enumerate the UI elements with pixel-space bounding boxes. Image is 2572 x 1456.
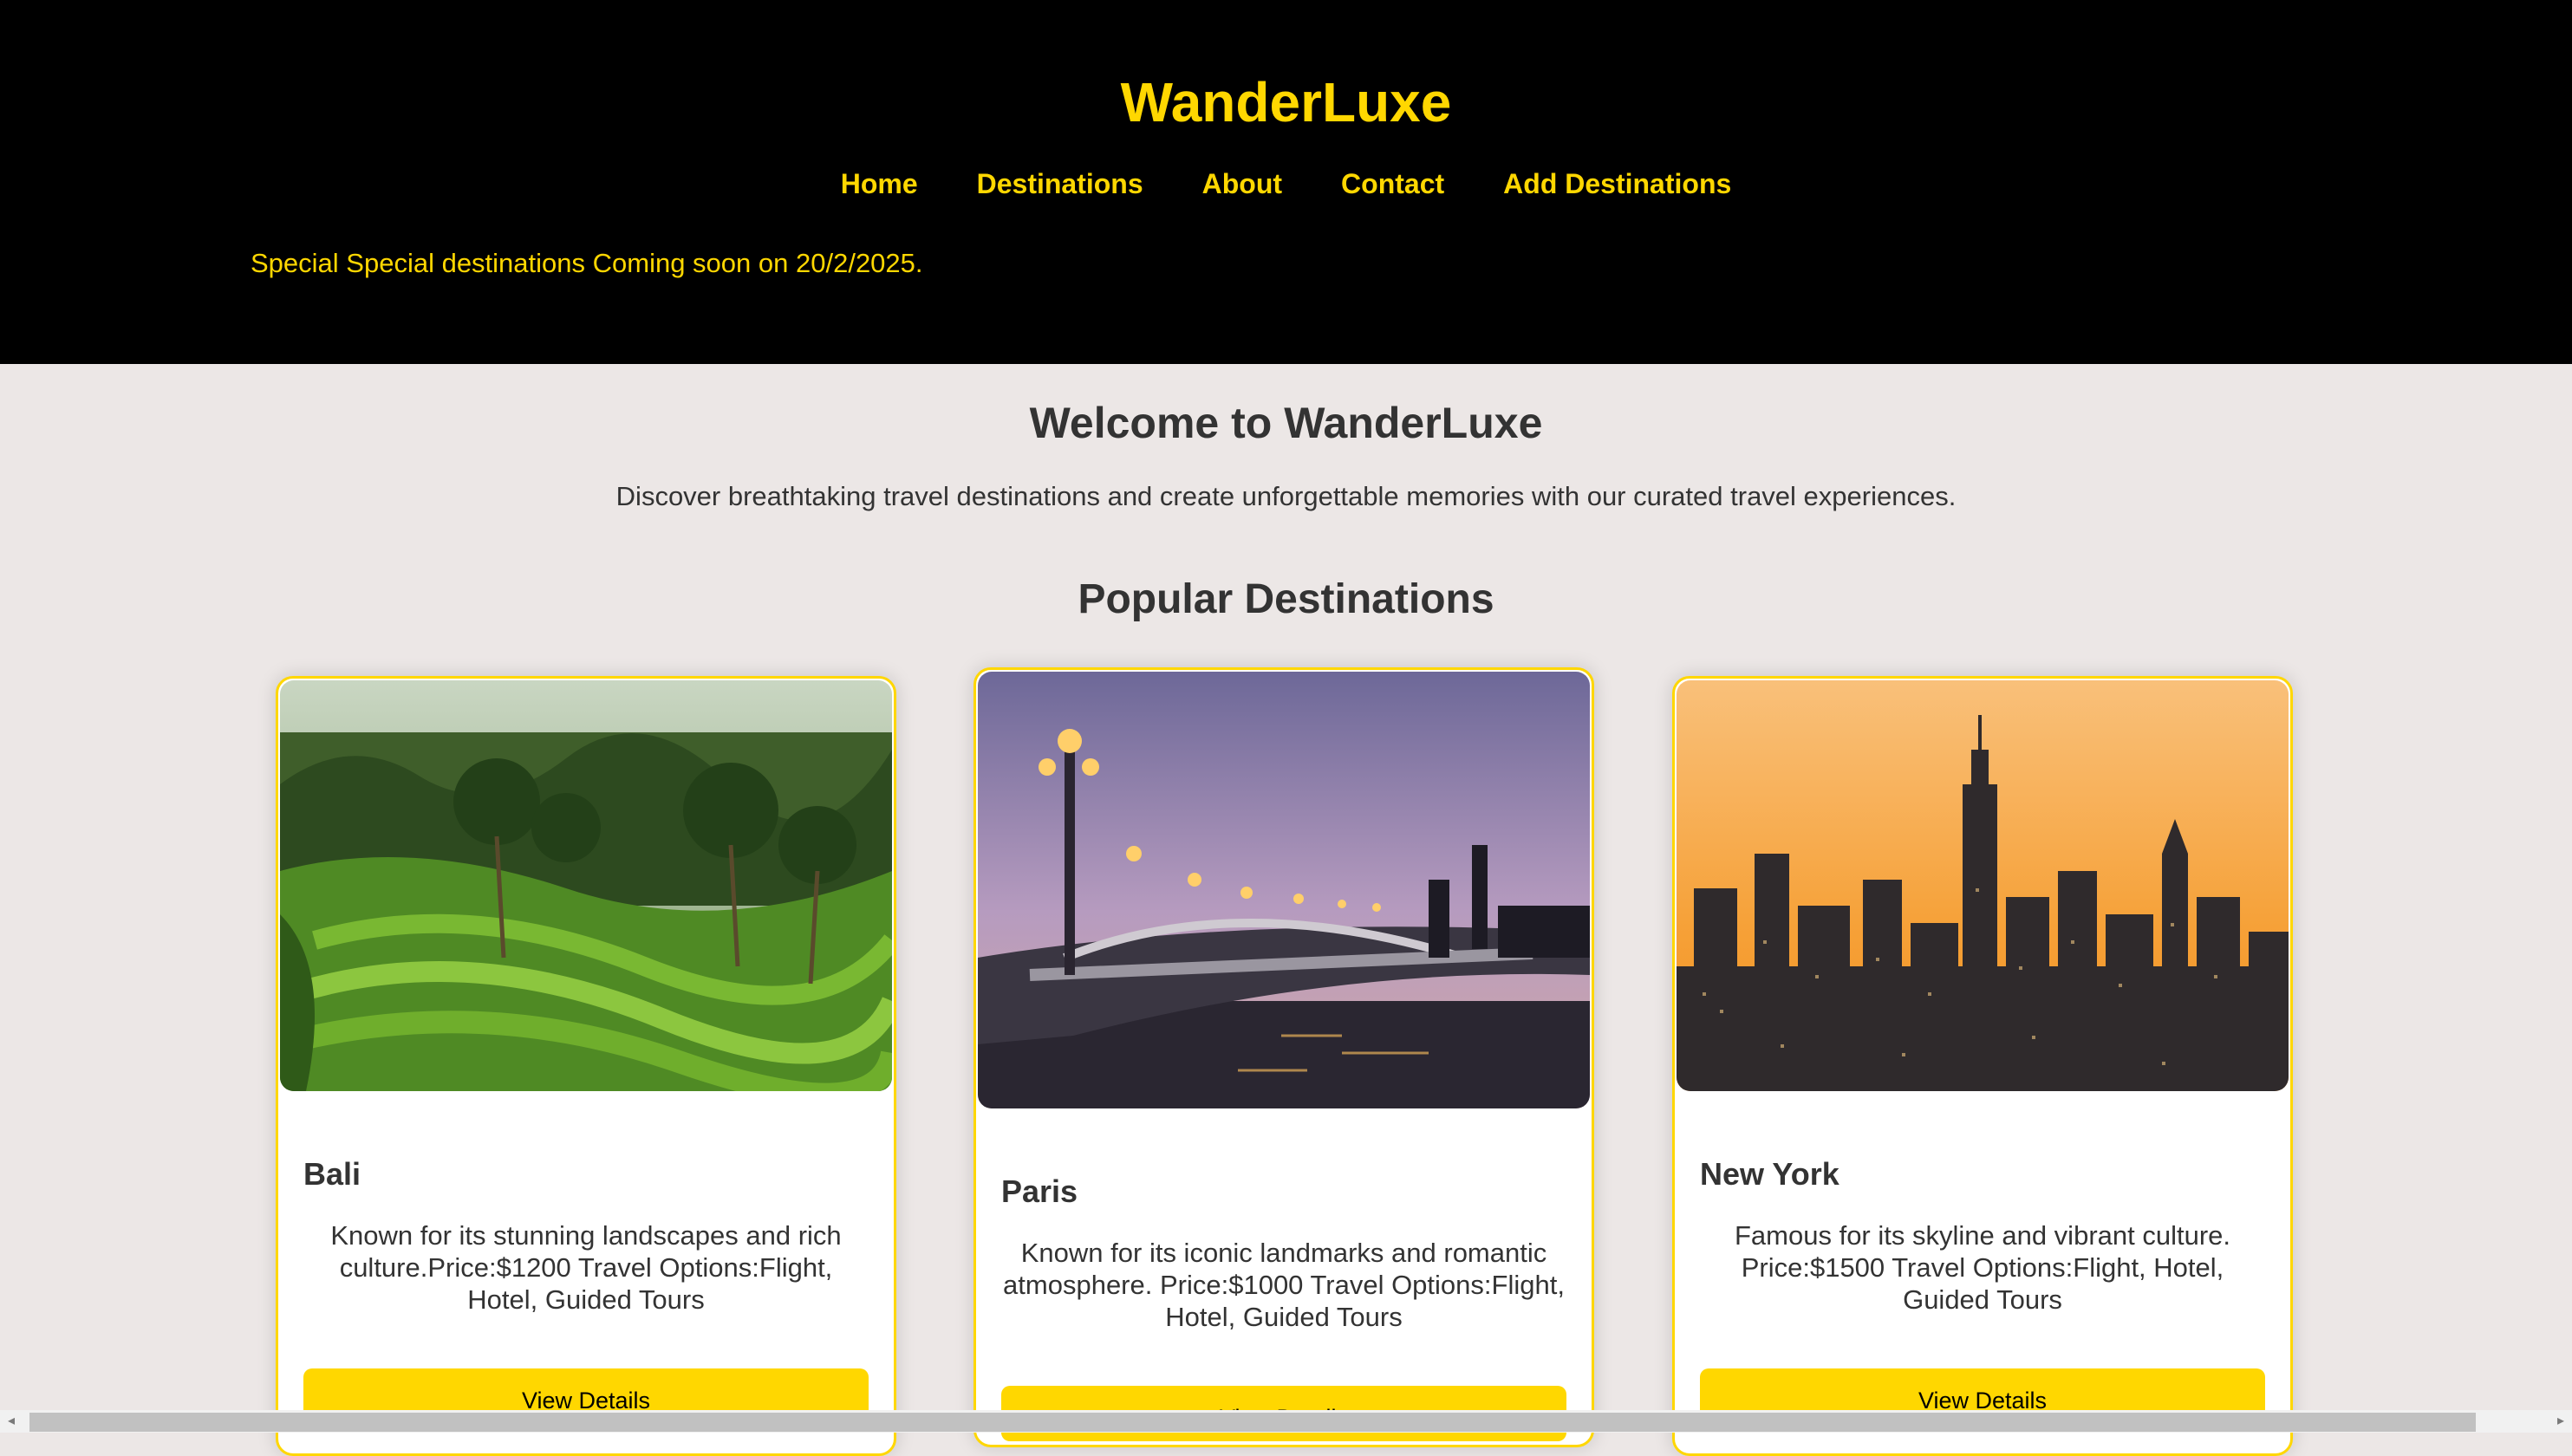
card-description: Known for its iconic landmarks and roman… bbox=[1003, 1238, 1565, 1332]
scrollbar-thumb[interactable] bbox=[29, 1413, 2476, 1432]
hero-title: Welcome to WanderLuxe bbox=[1029, 399, 1543, 447]
card-description: Famous for its skyline and vibrant cultu… bbox=[1734, 1220, 2231, 1315]
site-header: WanderLuxe Home Destinations About Conta… bbox=[0, 0, 2572, 364]
new-york-image bbox=[1677, 680, 2289, 1091]
scroll-left-icon[interactable]: ◂ bbox=[0, 1410, 23, 1433]
announcement-marquee: Special Special destinations Coming soon… bbox=[251, 248, 923, 278]
destination-card-bali: Bali Known for its stunning landscapes a… bbox=[276, 676, 896, 1456]
paris-image bbox=[978, 672, 1590, 1108]
card-title: New York bbox=[1700, 1156, 1839, 1192]
horizontal-scrollbar[interactable]: ◂ ▸ bbox=[0, 1410, 2572, 1433]
card-title: Paris bbox=[1001, 1173, 1078, 1209]
main-nav: Home Destinations About Contact Add Dest… bbox=[0, 166, 2572, 201]
hero-subtitle: Discover breathtaking travel destination… bbox=[615, 481, 1957, 511]
card-title: Bali bbox=[303, 1156, 361, 1192]
bali-image bbox=[280, 680, 892, 1091]
nav-add-destinations[interactable]: Add Destinations bbox=[1503, 166, 1731, 201]
destination-card-new-york: New York Famous for its skyline and vibr… bbox=[1672, 676, 2293, 1456]
nav-home[interactable]: Home bbox=[841, 166, 918, 201]
scroll-right-icon[interactable]: ▸ bbox=[2549, 1410, 2572, 1433]
popular-destinations-heading: Popular Destinations bbox=[1078, 576, 1494, 622]
nav-destinations[interactable]: Destinations bbox=[977, 166, 1143, 201]
brand-logo[interactable]: WanderLuxe bbox=[0, 68, 2572, 137]
card-description: Known for its stunning landscapes and ri… bbox=[330, 1220, 842, 1315]
nav-about[interactable]: About bbox=[1202, 166, 1282, 201]
destination-card-paris: Paris Known for its iconic landmarks and… bbox=[973, 667, 1594, 1447]
nav-contact[interactable]: Contact bbox=[1341, 166, 1444, 201]
